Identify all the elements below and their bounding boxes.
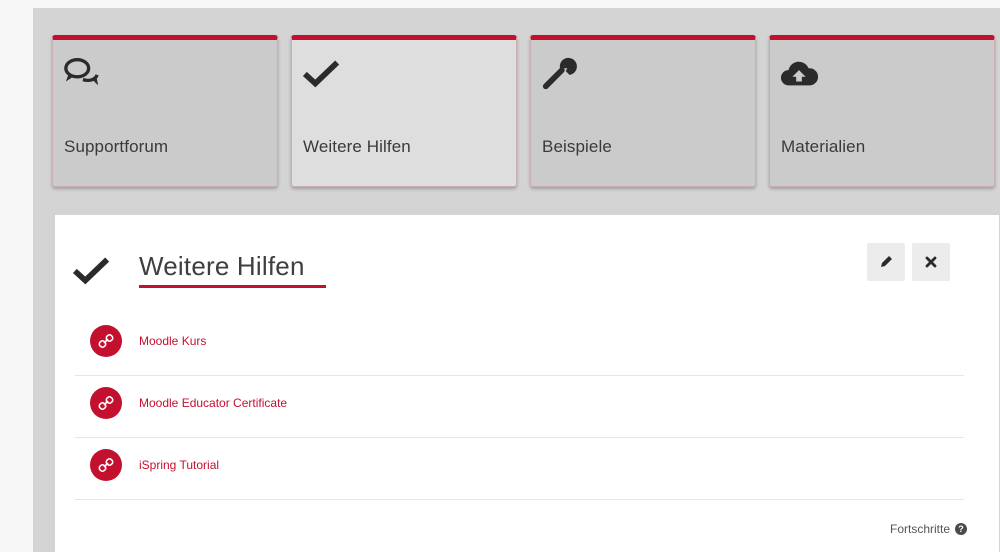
link-moodle-kurs[interactable]: Moodle Kurs — [139, 334, 206, 348]
link-icon — [90, 325, 122, 357]
pencil-icon — [881, 256, 892, 267]
panel-title: Weitere Hilfen — [139, 251, 305, 281]
link-icon — [90, 387, 122, 419]
cloud-upload-icon — [781, 61, 818, 86]
tile-label: Materialien — [781, 137, 866, 156]
close-icon — [925, 256, 937, 268]
help-icon[interactable]: ? — [955, 523, 967, 535]
link-icon — [90, 449, 122, 481]
tile-label: Supportforum — [64, 137, 169, 156]
tile-label: Weitere Hilfen — [303, 137, 411, 156]
close-button[interactable] — [912, 243, 950, 281]
tile-materialien[interactable]: Materialien — [769, 35, 995, 187]
comments-icon — [64, 58, 99, 86]
content-panel: Weitere Hilfen Moodle Kurs Moodle Educat… — [55, 215, 999, 552]
edit-button[interactable] — [867, 243, 905, 281]
link-row[interactable]: Moodle Educator Certificate — [75, 375, 964, 438]
tile-beispiele[interactable]: Beispiele — [530, 35, 756, 187]
checkmark-icon — [72, 257, 110, 285]
link-row[interactable]: iSpring Tutorial — [75, 437, 964, 500]
title-underline — [139, 285, 326, 288]
checkmark-icon — [302, 60, 340, 88]
progress-info[interactable]: Fortschritte ? — [890, 522, 967, 536]
wrench-icon — [542, 57, 577, 90]
tile-supportforum[interactable]: Supportforum — [52, 35, 278, 187]
progress-label: Fortschritte — [889, 522, 950, 536]
tile-label: Beispiele — [542, 137, 612, 156]
link-row[interactable]: Moodle Kurs — [75, 313, 964, 376]
tile-weitere-hilfen[interactable]: Weitere Hilfen — [291, 35, 517, 187]
link-moodle-educator-certificate[interactable]: Moodle Educator Certificate — [139, 396, 287, 410]
link-ispring-tutorial[interactable]: iSpring Tutorial — [139, 458, 219, 472]
